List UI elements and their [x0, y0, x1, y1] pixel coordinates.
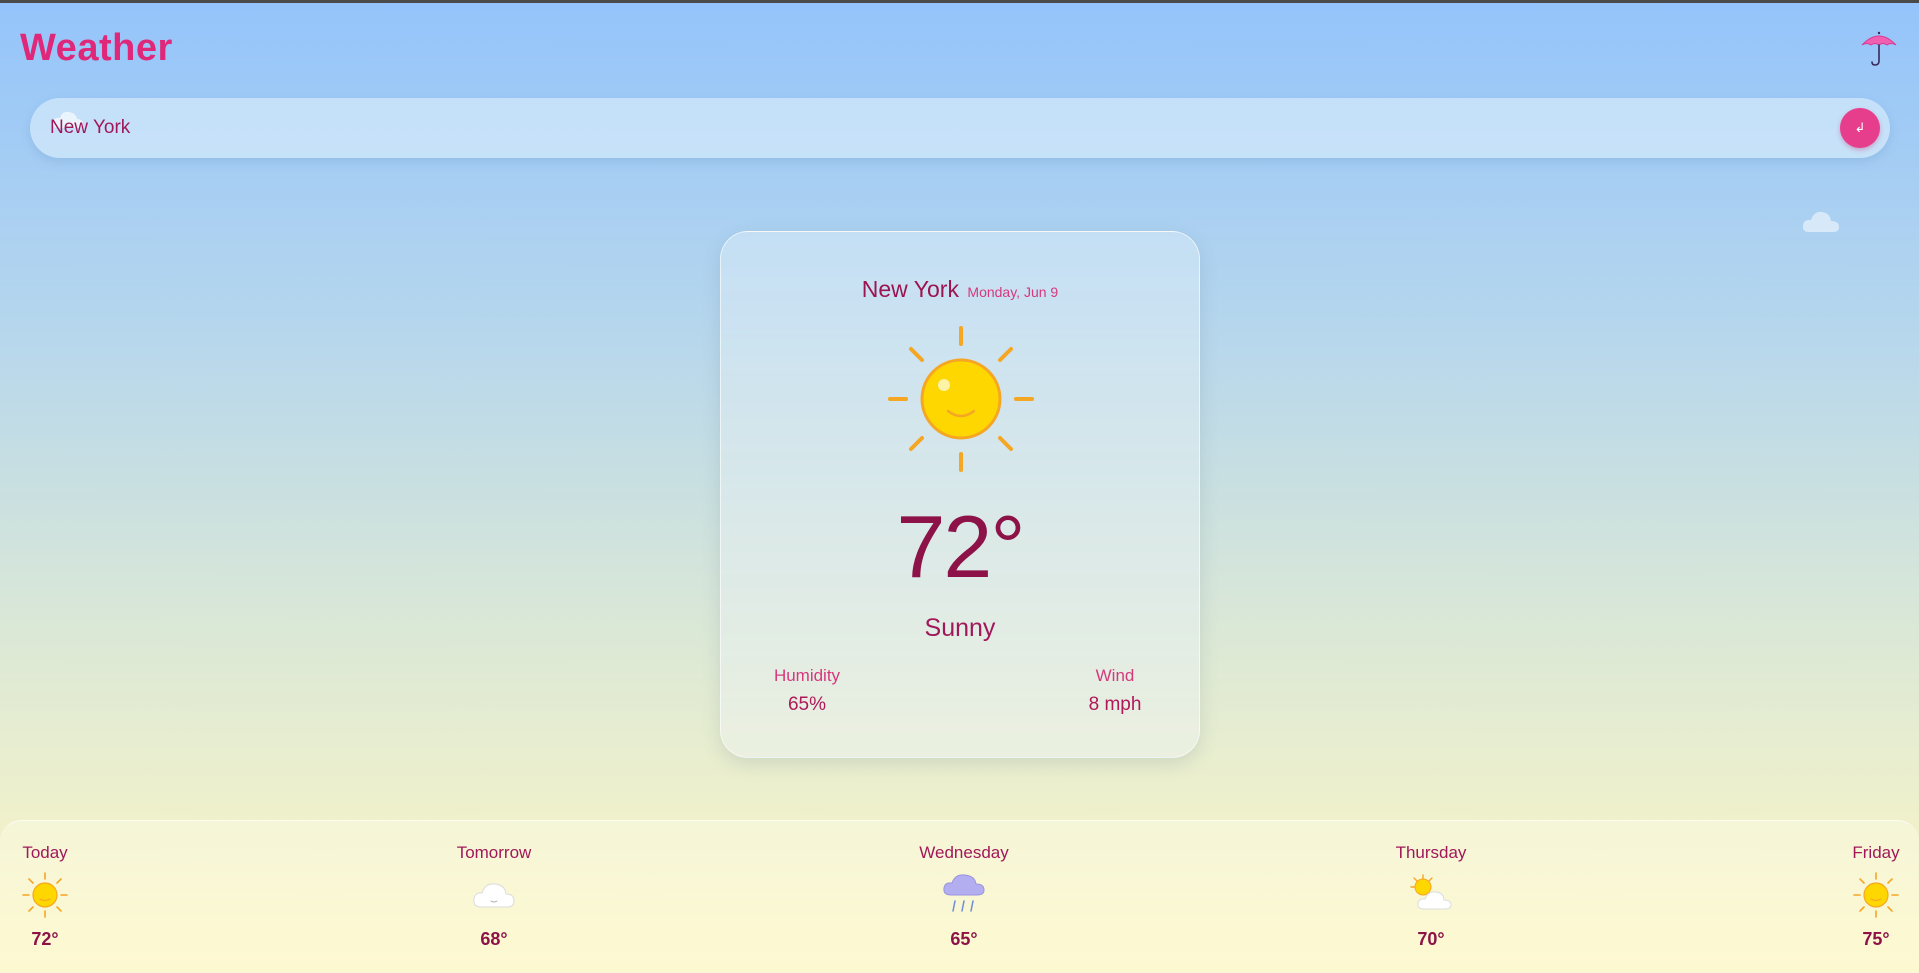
forecast-day[interactable]: Friday 75° [1806, 843, 1919, 950]
rain-cloud-icon [943, 874, 985, 912]
current-weather-card: New York Monday, Jun 9 72° Sunny Humidit… [720, 231, 1200, 758]
forecast-strip: Today 72° Tomorrow 68° Wednesday 65° Thu… [0, 820, 1919, 973]
sun-icon [1853, 872, 1899, 918]
forecast-day-temp: 70° [1417, 929, 1445, 949]
forecast-day-temp: 72° [31, 929, 59, 949]
forecast-day-temp: 65° [950, 929, 978, 949]
wind-label: Wind [1095, 666, 1135, 685]
umbrella-icon [1861, 31, 1897, 66]
forecast-day[interactable]: Tomorrow 68° [424, 843, 564, 950]
forecast-day-name: Today [22, 843, 68, 862]
wind-stat: Wind 8 mph [1065, 666, 1165, 716]
search-input[interactable] [50, 98, 1830, 158]
forecast-day-name: Friday [1852, 843, 1900, 862]
forecast-day-temp: 68° [480, 929, 508, 949]
forecast-day-temp: 75° [1862, 929, 1890, 949]
forecast-day[interactable]: Today 72° [0, 843, 115, 950]
forecast-day[interactable]: Wednesday 65° [894, 843, 1034, 950]
city-name: New York [861, 276, 959, 302]
app-title: Weather [20, 27, 173, 69]
humidity-value: 65% [787, 694, 827, 715]
search-bar: ↲ [30, 98, 1890, 158]
forecast-day-name: Wednesday [919, 843, 1009, 862]
forecast-day-name: Tomorrow [456, 843, 532, 862]
humidity-stat: Humidity 65% [757, 666, 857, 716]
current-temperature: 72° [896, 497, 1025, 596]
current-condition: Sunny [924, 614, 996, 642]
cloud-icon [1802, 211, 1839, 232]
current-date: Monday, Jun 9 [967, 284, 1059, 300]
card-header: New York Monday, Jun 9 [721, 276, 1199, 303]
humidity-label: Humidity [773, 666, 841, 685]
cloud-icon [473, 883, 515, 908]
forecast-day[interactable]: Thursday 70° [1361, 843, 1501, 950]
search-submit-button[interactable]: ↲ [1840, 108, 1880, 148]
forecast-day-name: Thursday [1395, 843, 1467, 862]
sun-icon [888, 326, 1034, 472]
partly-cloudy-icon [1410, 874, 1452, 910]
wind-value: 8 mph [1088, 694, 1142, 715]
sun-icon [22, 872, 68, 918]
